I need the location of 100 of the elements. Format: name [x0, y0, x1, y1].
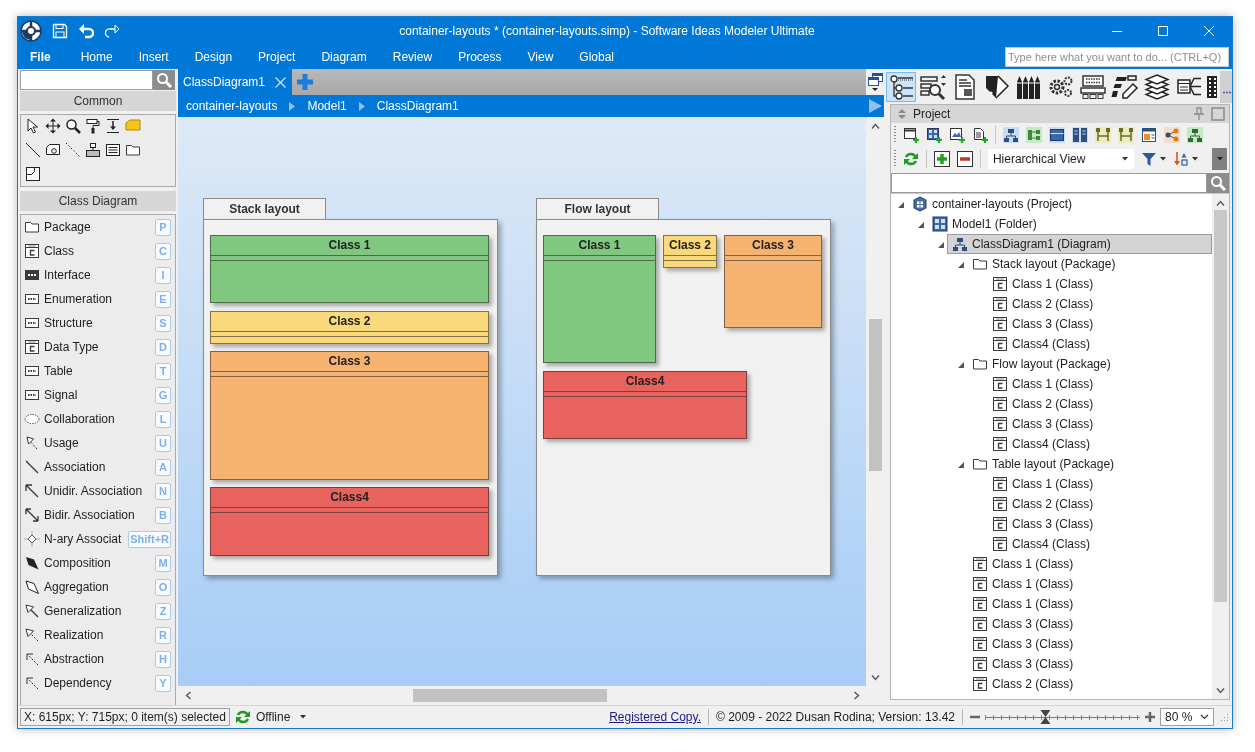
menu-item[interactable]: Process: [446, 45, 514, 69]
comment-icon[interactable]: [45, 142, 61, 158]
toolbox-item[interactable]: Generalization: [44, 604, 151, 618]
license-link[interactable]: Registered Copy.: [609, 710, 701, 724]
toolbox-item[interactable]: Unidir. Association: [44, 484, 151, 498]
menu-item[interactable]: View: [515, 45, 566, 69]
tree-item[interactable]: Class 3 (Class): [987, 314, 1099, 334]
tree-item[interactable]: Class 3 (Class): [967, 634, 1079, 654]
tree-item[interactable]: Class4 (Class): [987, 334, 1095, 354]
breadcrumb-item[interactable]: container-layouts: [186, 99, 278, 113]
toolbox-item[interactable]: Usage: [44, 436, 151, 450]
toolbox-item[interactable]: Composition: [44, 556, 151, 570]
app-logo-icon[interactable]: [20, 20, 42, 42]
tree-item[interactable]: Model1 (Folder): [927, 214, 1042, 234]
toolbox-item[interactable]: Realization: [44, 628, 151, 642]
toolbox-item[interactable]: Data Type: [44, 340, 151, 354]
toolbox-item[interactable]: Collaboration: [44, 412, 151, 426]
chevron-down-icon[interactable]: [1216, 686, 1225, 695]
tree-item[interactable]: Class 3 (Class): [987, 414, 1099, 434]
tree-item[interactable]: Class 1 (Class): [987, 374, 1099, 394]
search-field[interactable]: [891, 173, 1207, 193]
windows-icon[interactable]: [867, 72, 883, 92]
toolbox-item[interactable]: Enumeration: [44, 292, 151, 306]
tree-item[interactable]: Class 1 (Class): [987, 274, 1099, 294]
scrollbar-thumb[interactable]: [868, 319, 882, 471]
connection-dropdown[interactable]: Offline: [255, 710, 307, 724]
panel-tab[interactable]: [1142, 71, 1172, 102]
menu-item[interactable]: Review: [380, 45, 445, 69]
menu-item[interactable]: File: [18, 45, 63, 69]
search-button[interactable]: [153, 70, 175, 90]
tree-item[interactable]: Class4 (Class): [987, 434, 1095, 454]
move-icon[interactable]: [45, 118, 61, 134]
curved-arrow-right-icon[interactable]: [104, 23, 120, 39]
chevron-left-icon[interactable]: [184, 691, 193, 700]
menu-item[interactable]: Global: [567, 45, 626, 69]
toolbox-item[interactable]: N-ary Associat: [44, 532, 125, 546]
tree-item[interactable]: Class 3 (Class): [967, 654, 1079, 674]
toolbox-item[interactable]: Bidir. Association: [44, 508, 151, 522]
picture-plus-icon[interactable]: [949, 127, 965, 143]
cursor-icon[interactable]: [25, 118, 41, 134]
filter-button[interactable]: [1141, 151, 1167, 167]
line-icon[interactable]: [25, 142, 41, 158]
tree-item[interactable]: Class 2 (Class): [967, 674, 1079, 694]
menu-item[interactable]: Insert: [126, 45, 181, 69]
diagram-canvas[interactable]: Stack layout Class 1 Class 2 Class 3 Class4 Flow layout Class 1 Class 2 Class 3 Class4: [178, 117, 866, 686]
panel-tab[interactable]: [886, 71, 916, 102]
tree-item[interactable]: Class 1 (Class): [987, 474, 1099, 494]
view-dropdown[interactable]: Hierarchical View: [987, 149, 1135, 169]
list-icon[interactable]: [105, 142, 121, 158]
breadcrumb-item[interactable]: Model1: [307, 99, 347, 113]
window-icon[interactable]: [1049, 127, 1065, 143]
hierarchy-icon[interactable]: [1187, 127, 1203, 143]
minus-icon[interactable]: [956, 151, 973, 167]
document-tab[interactable]: ClassDiagram1: [178, 69, 293, 95]
chevron-down-icon[interactable]: [870, 673, 880, 682]
tree-item[interactable]: Class 3 (Class): [967, 614, 1079, 634]
toolbox-item[interactable]: Structure: [44, 316, 151, 330]
search-button[interactable]: [1207, 173, 1229, 193]
tree-item[interactable]: Class 1 (Class): [967, 554, 1079, 574]
grid-plus-icon[interactable]: [926, 127, 942, 143]
magnifier-icon[interactable]: [65, 118, 81, 134]
branch-icon[interactable]: [1026, 127, 1042, 143]
tree-item[interactable]: Class 1 (Class): [967, 594, 1079, 614]
panel-icon[interactable]: [1141, 127, 1157, 143]
tree-item[interactable]: container-layouts (Project): [907, 194, 1078, 214]
breadcrumb-item[interactable]: ClassDiagram1: [376, 99, 459, 113]
curved-arrow-left-icon[interactable]: [78, 23, 94, 39]
toolbox-item[interactable]: Interface: [44, 268, 151, 282]
tree-item[interactable]: Stack layout (Package): [967, 254, 1121, 274]
chevron-up-icon[interactable]: [870, 122, 880, 131]
scrollbar-thumb[interactable]: [1214, 210, 1227, 602]
toolbox-item[interactable]: Association: [44, 460, 151, 474]
columns-icon[interactable]: [1072, 127, 1088, 143]
tree-item[interactable]: Flow layout (Package): [967, 354, 1116, 374]
toolbox-item[interactable]: Class: [44, 244, 151, 258]
connector-icon[interactable]: [1118, 127, 1134, 143]
chevron-up-icon[interactable]: [1216, 199, 1225, 208]
tree-item[interactable]: ClassDiagram1 (Diagram): [947, 234, 1212, 254]
slider-thumb[interactable]: [1040, 710, 1051, 724]
toolbox-search-field[interactable]: [20, 70, 153, 90]
window-plus-icon[interactable]: [903, 127, 919, 143]
circular-arrows-icon[interactable]: [902, 151, 919, 167]
tree-item[interactable]: Class 1 (Class): [967, 574, 1079, 594]
quick-search-field[interactable]: Type here what you want to do... (CTRL+Q): [1005, 47, 1229, 67]
close-icon[interactable]: [275, 76, 287, 88]
toolbox-item[interactable]: Signal: [44, 388, 151, 402]
sort-button[interactable]: [1173, 151, 1199, 167]
toolbox-item[interactable]: Package: [44, 220, 151, 234]
tree-item[interactable]: Class4 (Class): [987, 534, 1095, 554]
menu-item[interactable]: Home: [68, 45, 125, 69]
zoom-dropdown[interactable]: 80 %: [1160, 708, 1214, 726]
tree-item[interactable]: Table layout (Package): [967, 454, 1120, 474]
connector-icon[interactable]: [1095, 127, 1111, 143]
arrow-down-icon[interactable]: [105, 118, 121, 134]
overflow-button[interactable]: [1212, 148, 1227, 170]
tree-item[interactable]: Class 2 (Class): [987, 394, 1099, 414]
tree-item[interactable]: Class 3 (Class): [987, 514, 1099, 534]
stamp-icon[interactable]: [85, 142, 101, 158]
frame-icon[interactable]: [25, 166, 41, 182]
menu-item[interactable]: Diagram: [309, 45, 379, 69]
